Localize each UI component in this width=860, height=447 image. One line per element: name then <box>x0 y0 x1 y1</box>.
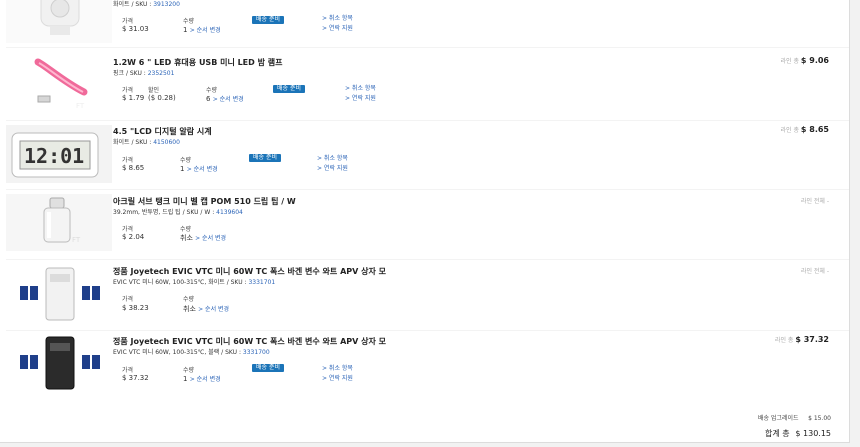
joyetech-black-image <box>6 333 112 393</box>
line-total: 라인 전체 - <box>800 268 829 275</box>
product-thumbnail-joyetech-black[interactable] <box>6 333 112 393</box>
drip-tip-image: FT <box>6 194 112 251</box>
item-title[interactable]: 정품 Joyetech EVIC VTC 미니 60W TC 폭스 바겐 변수 … <box>113 266 386 277</box>
price-label: 가격 <box>122 157 134 164</box>
grand-total-label: 합계 총 <box>765 429 790 438</box>
line-total: 라인 총 $ 37.32 <box>774 335 829 344</box>
quantity-label: 수량 <box>180 157 192 164</box>
order-item-row: 정품 Joyetech EVIC VTC 미니 60W TC 폭스 바겐 변수 … <box>0 264 849 326</box>
item-price: $ 1.79 <box>122 94 145 102</box>
shipping-upgrade-label: 배송 업그레이드 <box>757 415 799 422</box>
item-variant-sku: 화이트 / SKU : 3913200 <box>113 1 180 8</box>
item-quantity-cancelled: 취소 > 순서 변경 <box>180 234 227 242</box>
svg-text:FT: FT <box>72 236 81 244</box>
product-thumbnail-alarm-clock[interactable]: 12:01 <box>6 125 112 183</box>
order-item-row: 정품 Joyetech EVIC VTC 미니 60W TC 폭스 바겐 변수 … <box>0 333 849 395</box>
product-thumbnail-drip-tip[interactable]: FT <box>6 194 112 251</box>
usb-lamp-image: FT <box>6 52 112 112</box>
item-quantity: 1 > 순서 변경 <box>183 26 221 34</box>
price-label: 가격 <box>122 296 134 303</box>
item-title[interactable]: 4.5 "LCD 디지털 알람 시계 <box>113 126 212 137</box>
item-price: $ 31.03 <box>122 25 149 33</box>
cancel-item-link[interactable]: > 취소 항목 <box>322 364 353 374</box>
change-quantity-link[interactable]: > 순서 변경 <box>213 96 244 103</box>
price-label: 가격 <box>122 87 134 94</box>
item-title[interactable]: 1.2W 6 " LED 휴대용 USB 미니 LED 밤 램프 <box>113 57 282 68</box>
item-variant-sku: EVIC VTC 미니 60W, 100-315℃, 화이트 / SKU : 3… <box>113 279 276 286</box>
item-quantity: 1 > 순서 변경 <box>180 165 218 173</box>
product-thumbnail-joyetech-white[interactable] <box>6 264 112 324</box>
joyetech-white-image <box>6 264 112 324</box>
cancel-item-link[interactable]: > 취소 항목 <box>317 154 348 164</box>
price-label: 가격 <box>122 18 134 25</box>
price-label: 가격 <box>122 226 134 233</box>
line-total: 라인 총 $ 8.65 <box>780 125 829 134</box>
divider <box>6 189 849 190</box>
svg-text:12:01: 12:01 <box>24 144 84 168</box>
product-thumbnail-camera[interactable] <box>6 0 112 43</box>
shipping-ready-badge: 배송 준비 <box>249 154 281 162</box>
quantity-label: 수량 <box>183 367 195 374</box>
svg-text:FT: FT <box>76 102 85 110</box>
divider <box>6 259 849 260</box>
item-title[interactable]: 아크릴 서브 탱크 미니 벨 캡 POM 510 드립 팁 / W <box>113 196 296 207</box>
item-price: $ 38.23 <box>122 304 149 312</box>
alarm-clock-image: 12:01 <box>6 125 112 183</box>
change-quantity-link[interactable]: > 순서 변경 <box>198 306 229 313</box>
change-quantity-link[interactable]: > 순서 변경 <box>190 27 221 34</box>
item-actions: > 취소 항목 > 연락 지원 <box>317 154 348 174</box>
discount-label: 할인 <box>148 87 160 94</box>
cancel-item-link[interactable]: > 취소 항목 <box>322 14 353 24</box>
contact-support-link[interactable]: > 연락 지원 <box>322 24 353 34</box>
order-item-row: FT 1.2W 6 " LED 휴대용 USB 미니 LED 밤 램프 핑크 /… <box>0 52 849 116</box>
shipping-ready-badge: 배송 준비 <box>273 85 305 93</box>
quantity-label: 수량 <box>183 18 195 25</box>
cancel-item-link[interactable]: > 취소 항목 <box>345 84 376 94</box>
item-quantity: 1 > 순서 변경 <box>183 375 221 383</box>
order-item-row: FT 아크릴 서브 탱크 미니 벨 캡 POM 510 드립 팁 / W 39.… <box>0 194 849 256</box>
order-items-panel: 화이트 / SKU : 3913200 가격 수량 배송 준비 $ 31.03 … <box>0 0 850 443</box>
item-title[interactable]: 정품 Joyetech EVIC VTC 미니 60W TC 폭스 바겐 변수 … <box>113 336 386 347</box>
divider <box>6 120 849 121</box>
price-label: 가격 <box>122 367 134 374</box>
grand-total-row: 합계 총 $ 130.15 <box>765 428 831 439</box>
change-quantity-link[interactable]: > 순서 변경 <box>195 235 226 242</box>
quantity-label: 수량 <box>183 296 195 303</box>
grand-total-value: $ 130.15 <box>795 429 831 438</box>
order-item-row: 화이트 / SKU : 3913200 가격 수량 배송 준비 $ 31.03 … <box>0 0 849 46</box>
quantity-label: 수량 <box>180 226 192 233</box>
item-quantity: 6 > 순서 변경 <box>206 95 244 103</box>
shipping-upgrade-value: $ 15.00 <box>808 415 831 422</box>
order-item-row: 12:01 4.5 "LCD 디지털 알람 시계 화이트 / SKU : 415… <box>0 125 849 185</box>
contact-support-link[interactable]: > 연락 지원 <box>322 374 353 384</box>
item-variant-sku: 핑크 / SKU : 2352501 <box>113 70 175 77</box>
divider <box>6 47 849 48</box>
item-variant-sku: EVIC VTC 미니 60W, 100-315℃, 블랙 / SKU : 33… <box>113 349 270 356</box>
contact-support-link[interactable]: > 연락 지원 <box>345 94 376 104</box>
divider <box>6 330 849 331</box>
shipping-upgrade-row: 배송 업그레이드 $ 15.00 <box>758 413 831 422</box>
change-quantity-link[interactable]: > 순서 변경 <box>190 376 221 383</box>
item-actions: > 취소 항목 > 연락 지원 <box>322 364 353 384</box>
item-price: $ 8.65 <box>122 164 145 172</box>
product-thumbnail-usb-lamp[interactable]: FT <box>6 52 112 112</box>
item-actions: > 취소 항목 > 연락 지원 <box>345 84 376 104</box>
quantity-label: 수량 <box>206 87 218 94</box>
item-discount: ($ 0.28) <box>148 94 176 102</box>
item-quantity-cancelled: 취소 > 순서 변경 <box>183 305 230 313</box>
camera-image <box>6 0 112 43</box>
item-price: $ 37.32 <box>122 374 149 382</box>
line-total: 라인 전체 - <box>800 198 829 205</box>
line-total: 라인 총 $ 9.06 <box>780 56 829 65</box>
item-actions: > 취소 항목 > 연락 지원 <box>322 14 353 34</box>
item-price: $ 2.04 <box>122 233 145 241</box>
shipping-ready-badge: 배송 준비 <box>252 364 284 372</box>
change-quantity-link[interactable]: > 순서 변경 <box>187 166 218 173</box>
contact-support-link[interactable]: > 연락 지원 <box>317 164 348 174</box>
shipping-ready-badge: 배송 준비 <box>252 16 284 24</box>
item-variant-sku: 39.2mm, 반투명, 드립 팁 / SKU / W : 4139604 <box>113 209 243 216</box>
item-variant-sku: 화이트 / SKU : 4150600 <box>113 139 180 146</box>
